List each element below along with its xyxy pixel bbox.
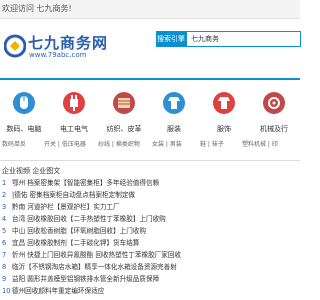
news-list: 1 鄂州 档案密集架【智能密集柜】多年经验值得信赖 2 |德佑 密集档案柜自动盘点档… (0, 178, 300, 300)
list-item-text: |德佑 密集档案柜自动盘点档案柜定制定做 (12, 191, 136, 199)
category-label: 纺织、皮革 (106, 125, 142, 133)
list-index: 8 (2, 263, 7, 271)
header-divider (0, 78, 300, 80)
shirt-icon (212, 91, 236, 115)
category-item-digital[interactable]: 数码、电脑 (2, 88, 46, 144)
clothes-icon (162, 91, 186, 115)
list-item-text: 黔南 河道护栏【景观护栏】实力工厂 (12, 203, 120, 211)
list-item-text: 台湾 回收橡胶回收【二手热塑性丁苯橡胶】上门收购 (12, 215, 166, 223)
list-item[interactable]: 8 临沂【不锈钢淘店水箱】精享一体化水箱设备资源完善射 (2, 262, 298, 273)
list-item[interactable]: 9 益阳 圆形井盖模型铝钢铁排水管全新升级品质保障 (2, 274, 298, 285)
category-item-electrical[interactable]: 电工电气 (52, 88, 96, 144)
welcome-text: 欢迎访问 七九商务! (2, 4, 72, 13)
plug-icon (62, 91, 86, 115)
list-index: 7 (2, 251, 7, 259)
list-item[interactable]: 5 中山 回收松香树脂【环氧树脂回收】上门收购 (2, 226, 298, 237)
category-item-machinery[interactable]: 机械及行 (252, 88, 296, 144)
machine-icon (262, 91, 286, 115)
list-item-text: 宜昌 回收橡胶制剂【二手碳化钾】货车结算 (12, 239, 140, 247)
mouse-icon (12, 91, 36, 115)
list-item-text: 德州回收颜料年重定编环保适应 (12, 287, 105, 295)
list-index: 3 (2, 203, 7, 211)
logo-url-text: www.79abc.com (29, 51, 87, 59)
list-item[interactable]: 10 德州回收颜料年重定编环保适应 (2, 286, 298, 297)
list-item[interactable]: 6 宜昌 回收橡胶制剂【二手碳化钾】货车结算 (2, 238, 298, 249)
list-index: 2 (2, 191, 7, 199)
list-item[interactable]: 3 黔南 河道护栏【景观护栏】实力工厂 (2, 202, 298, 213)
search-engine-label[interactable]: 搜索引擎 (156, 31, 186, 47)
logo-brand-text: 七九商务网 (28, 34, 109, 52)
category-label: 数码、电脑 (6, 125, 42, 133)
list-item[interactable]: 2 |德佑 密集档案柜自动盘点档案柜定制定做 (2, 190, 298, 201)
subcategory-row: 数码单反 开关 | 低压电器 纱线 | 棉类织物 女装 | 男装 鞋 | 袜子 … (0, 139, 300, 149)
category-item-apparel[interactable]: 服饰 (202, 88, 246, 144)
subcategory-link[interactable]: 塑料机械 | 印 (242, 139, 278, 148)
list-item[interactable]: 1 鄂州 档案密集架【智能密集柜】多年经验值得信赖 (2, 178, 298, 189)
top-bar: 欢迎访问 七九商务! (0, 0, 300, 19)
subcategory-link[interactable]: 鞋 | 袜子 (200, 139, 224, 148)
list-index: 6 (2, 239, 7, 247)
subcategory-link[interactable]: 纱线 | 棉类织物 (98, 139, 140, 148)
list-index: 4 (2, 215, 7, 223)
site-logo[interactable]: 七九商务网 www.79abc.com (4, 32, 124, 66)
list-item-text: 临沂【不锈钢淘店水箱】精享一体化水箱设备资源完善射 (12, 263, 177, 271)
list-index: 1 (2, 179, 7, 187)
category-label: 服饰 (217, 125, 231, 133)
list-item-text: 益阳 圆形井盖模型铝钢铁排水管全新升级品质保障 (12, 275, 160, 283)
cloth-icon (112, 91, 136, 115)
section-divider (0, 160, 300, 161)
list-item[interactable]: 4 台湾 回收橡胶回收【二手热塑性丁苯橡胶】上门收购 (2, 214, 298, 225)
category-label: 服装 (167, 125, 181, 133)
list-item[interactable]: 7 忻州 快捷上门回收异氰酸酯 回收热塑性丁苯橡胶厂家回收 (2, 250, 298, 261)
logo-mark-icon (4, 34, 26, 58)
list-item-text: 鄂州 档案密集架【智能密集柜】多年经验值得信赖 (12, 179, 160, 187)
category-item-textile[interactable]: 纺织、皮革 (102, 88, 146, 144)
category-label: 机械及行 (260, 125, 288, 133)
list-item-text: 忻州 快捷上门回收异氰酸酯 回收热塑性丁苯橡胶厂家回收 (12, 251, 182, 259)
list-index: 10 (2, 287, 11, 295)
list-index: 9 (2, 275, 7, 283)
category-label: 电工电气 (60, 125, 88, 133)
subcategory-link[interactable]: 开关 | 低压电器 (44, 139, 86, 148)
section-tabs[interactable]: 企业视频 企业图文 (2, 166, 60, 176)
subcategory-link[interactable]: 女装 | 男装 (152, 139, 182, 148)
category-item-clothing[interactable]: 服装 (152, 88, 196, 144)
list-item-text: 中山 回收松香树脂【环氧树脂回收】上门收购 (12, 227, 146, 235)
search-input[interactable]: 七九商务 (186, 31, 301, 47)
search-bar: 搜索引擎 七九商务 (156, 31, 301, 47)
list-index: 5 (2, 227, 7, 235)
subcategory-link[interactable]: 数码单反 (2, 139, 26, 148)
